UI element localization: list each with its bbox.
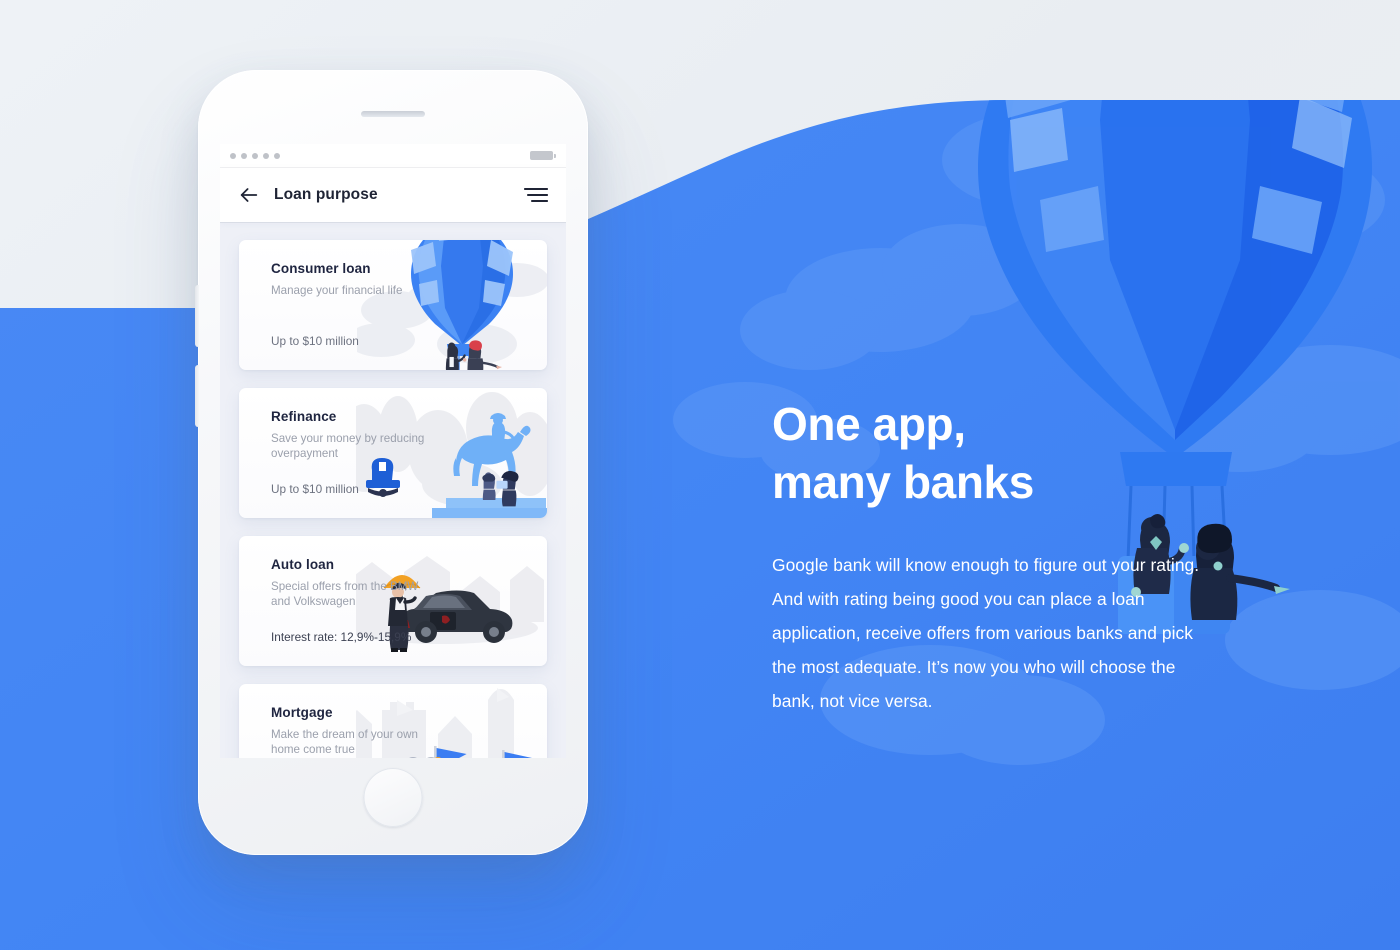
status-bar — [220, 144, 566, 168]
hero-headline: One app, many banks — [772, 398, 1034, 508]
card-refinance[interactable]: Refinance Save your money by reducing ov… — [239, 388, 547, 518]
card-consumer-loan[interactable]: Consumer loan Manage your financial life… — [239, 240, 547, 370]
card-meta: Interest rate: 12,9%-15,9% — [271, 630, 412, 644]
phone-mockup: Loan purpose Consumer loan Manage your f… — [195, 70, 588, 855]
card-mortgage[interactable]: Mortgage Make the dream of your own home… — [239, 684, 547, 758]
phone-home-button[interactable] — [363, 768, 423, 827]
card-auto-loan[interactable]: Auto loan Special offers from the BMW an… — [239, 536, 547, 666]
card-meta: Up to $10 million — [271, 482, 359, 496]
filter-lines-icon[interactable] — [524, 185, 548, 205]
phone-earpiece-speaker — [361, 111, 425, 117]
card-subtitle: Special offers from the BMW and Volkswag… — [271, 580, 419, 608]
phone-screen: Loan purpose Consumer loan Manage your f… — [220, 144, 566, 758]
page-title: Loan purpose — [274, 186, 378, 203]
card-subtitle: Manage your financial life — [271, 284, 403, 297]
card-title: Refinance — [271, 409, 337, 424]
card-meta: Up to $10 million — [271, 334, 359, 348]
phone-volume-up-button[interactable] — [195, 285, 199, 347]
card-title: Consumer loan — [271, 261, 371, 276]
card-title: Mortgage — [271, 705, 333, 720]
card-subtitle: Save your money by reducing overpayment — [271, 432, 425, 460]
back-arrow-icon[interactable] — [238, 184, 260, 206]
loan-purpose-card-list[interactable]: Consumer loan Manage your financial life… — [220, 222, 566, 758]
signal-dots-icon — [230, 152, 280, 159]
app-bar: Loan purpose — [220, 168, 566, 222]
card-subtitle: Make the dream of your own home come tru… — [271, 728, 418, 756]
battery-icon — [530, 151, 556, 160]
hero-paragraph: Google bank will know enough to figure o… — [772, 555, 1200, 711]
phone-volume-down-button[interactable] — [195, 365, 199, 427]
card-title: Auto loan — [271, 557, 335, 572]
hero-copy: One app, many banks Google bank will kno… — [772, 395, 1222, 718]
